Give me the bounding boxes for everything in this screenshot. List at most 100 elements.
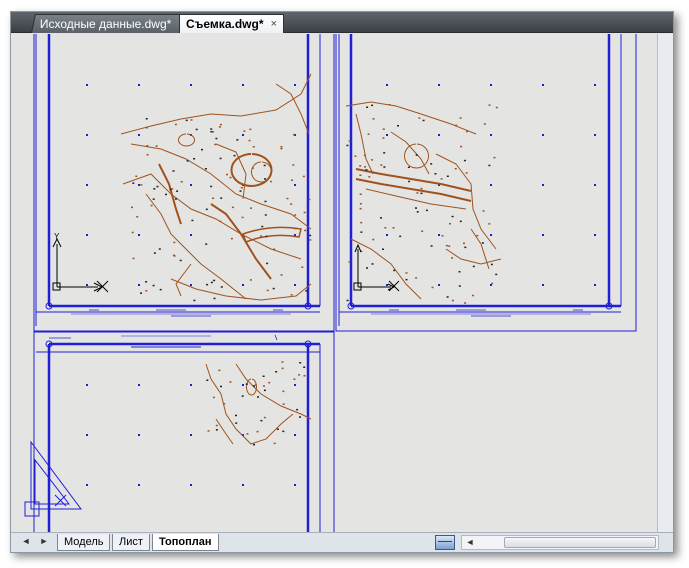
survey-point (451, 257, 454, 259)
survey-point (159, 288, 162, 291)
survey-point (472, 294, 474, 297)
survey-point (451, 215, 454, 218)
survey-point (459, 220, 462, 223)
grid-cross (438, 134, 440, 136)
survey-point (213, 297, 216, 300)
grid-cross (594, 184, 596, 186)
survey-point (293, 378, 296, 380)
survey-point (384, 227, 387, 229)
survey-point (360, 221, 363, 224)
survey-point (263, 416, 266, 419)
survey-point (204, 168, 207, 170)
survey-point (304, 229, 307, 232)
survey-point (193, 299, 196, 302)
survey-point (272, 287, 275, 290)
scroll-left-icon[interactable]: ◄ (464, 537, 476, 547)
survey-point (233, 154, 236, 157)
survey-point (488, 164, 491, 167)
survey-topo-top-left (120, 73, 312, 301)
nav-next-icon[interactable]: ► (38, 536, 50, 546)
survey-point (241, 216, 244, 219)
nav-prev-icon[interactable]: ◄ (20, 536, 32, 546)
survey-point (231, 206, 234, 209)
survey-point (152, 284, 155, 287)
survey-point (165, 193, 167, 196)
survey-point (280, 146, 283, 148)
survey-topo-top-right (345, 101, 502, 300)
survey-point (281, 361, 284, 363)
layout-tab-sheet[interactable]: Лист (112, 534, 150, 551)
horizontal-scrollbar[interactable]: ◄ (461, 535, 659, 550)
survey-point (382, 137, 385, 139)
survey-point (420, 187, 423, 190)
sheet-frame-top-right (338, 34, 622, 326)
layout-sheet-icon[interactable] (435, 535, 455, 550)
survey-point (245, 383, 248, 385)
survey-point (220, 286, 223, 288)
survey-point (359, 174, 362, 176)
survey-point (405, 278, 408, 281)
horizontal-scroll-thumb[interactable] (504, 537, 656, 548)
grid-cross (138, 234, 140, 236)
survey-point (422, 119, 425, 122)
survey-point (185, 119, 188, 122)
survey-point (229, 381, 232, 383)
survey-point (268, 381, 271, 384)
survey-point (298, 374, 301, 376)
survey-point (191, 219, 194, 222)
viewport-bottom-left[interactable] (33, 331, 335, 532)
viewport-top-right[interactable] (335, 34, 637, 332)
survey-point (493, 156, 496, 159)
layout-tab-model[interactable]: Модель (57, 534, 111, 551)
drawing-canvas[interactable]: Y (11, 34, 657, 532)
grid-cross (294, 484, 296, 486)
layout-tab-topoplan[interactable]: Топоплан (152, 534, 219, 551)
survey-point (372, 238, 375, 241)
grid-cross (242, 384, 244, 386)
layout-tab-sheet-label: Лист (119, 536, 143, 548)
survey-point (459, 117, 462, 119)
survey-point (490, 263, 493, 266)
ucs-icon-top-left (52, 237, 109, 293)
tab-survey[interactable]: Съемка.dwg* × (179, 14, 284, 33)
grid-cross (138, 134, 140, 136)
survey-point (253, 385, 255, 387)
survey-point (264, 214, 267, 216)
tab-source-data-label: Исходные данные.dwg* (39, 17, 172, 31)
survey-point (451, 299, 454, 302)
survey-point (303, 366, 306, 368)
viewport-top-left[interactable] (33, 34, 335, 332)
survey-point (264, 178, 266, 180)
survey-point (210, 128, 213, 130)
survey-point (270, 180, 273, 183)
grid-cross (190, 234, 192, 236)
grid-cross (490, 84, 492, 86)
survey-point (263, 385, 265, 387)
survey-point (256, 430, 259, 433)
survey-point (282, 403, 285, 405)
grid-cross (86, 84, 88, 86)
survey-point (131, 206, 133, 209)
vertical-scrollbar[interactable] (657, 34, 673, 532)
ucs-y-label: Y (54, 232, 60, 241)
grid-cross (86, 184, 88, 186)
grid-cross (438, 284, 440, 286)
survey-point (303, 375, 306, 377)
survey-point (243, 130, 246, 132)
survey-point (454, 168, 457, 170)
grid-cross (86, 284, 88, 286)
survey-point (180, 181, 183, 183)
survey-point (446, 175, 449, 177)
survey-point (364, 166, 366, 168)
survey-point (265, 235, 268, 238)
grid-cross (294, 434, 296, 436)
survey-point (388, 104, 391, 106)
survey-point (205, 208, 208, 211)
survey-point (218, 126, 221, 128)
tab-source-data[interactable]: Исходные данные.dwg* (30, 14, 186, 33)
survey-point (136, 216, 139, 218)
layout-tab-model-label: Модель (64, 536, 104, 548)
survey-point (206, 283, 209, 286)
grid-cross (294, 384, 296, 386)
close-tab-icon[interactable]: × (271, 15, 277, 33)
